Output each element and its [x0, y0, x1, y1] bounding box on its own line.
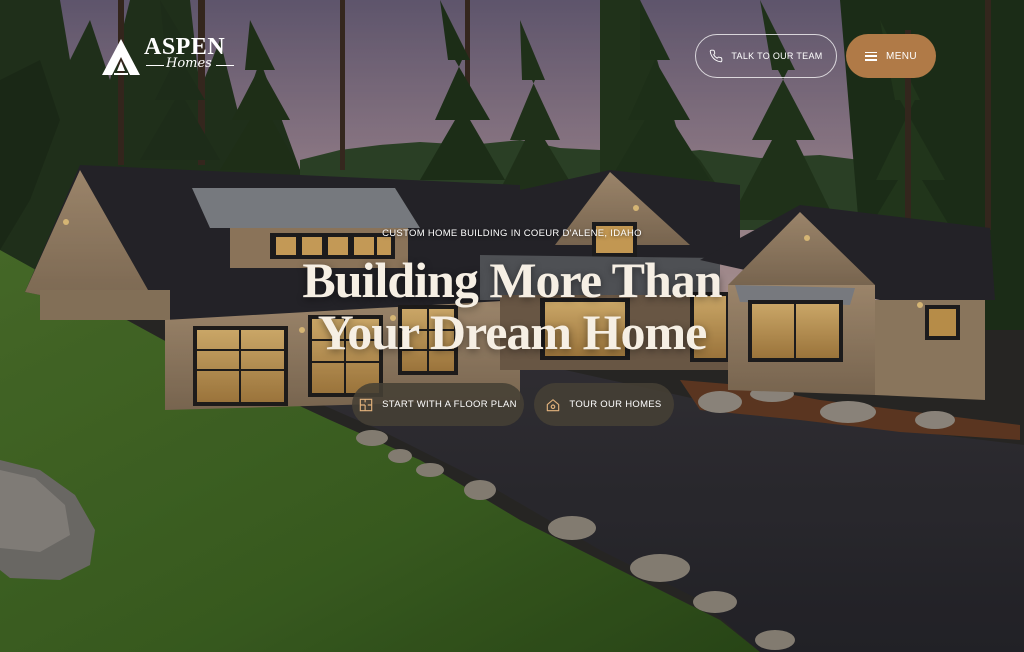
phone-icon [710, 49, 723, 63]
menu-button[interactable]: MENU [846, 34, 936, 78]
hero-eyebrow: CUSTOM HOME BUILDING IN COEUR D'ALENE, I… [382, 228, 642, 239]
hero-headline: Building More Than Your Dream Home [0, 254, 1024, 358]
brand-divider-left [146, 65, 164, 66]
start-with-floor-plan-label: START WITH A FLOOR PLAN [382, 399, 517, 410]
start-with-floor-plan-button[interactable]: START WITH A FLOOR PLAN [352, 383, 524, 426]
tour-our-homes-button[interactable]: TOUR OUR HOMES [534, 383, 674, 426]
menu-label: MENU [885, 50, 918, 62]
aspen-a-mark-icon [102, 39, 140, 75]
hero-headline-line-1: Building More Than [302, 252, 722, 308]
talk-to-our-team-button[interactable]: TALK TO OUR TEAM [695, 34, 837, 78]
floor-plan-icon [359, 398, 373, 411]
hamburger-icon [864, 51, 877, 61]
hero-headline-line-2: Your Dream Home [317, 304, 708, 360]
brand-subname: Homes [166, 56, 212, 71]
aspen-homes-logo[interactable]: ASPEN Homes [100, 33, 240, 77]
tour-our-homes-label: TOUR OUR HOMES [569, 399, 662, 410]
talk-to-our-team-label: TALK TO OUR TEAM [731, 51, 823, 61]
brand-divider-right [216, 65, 234, 66]
home-icon [547, 398, 560, 411]
